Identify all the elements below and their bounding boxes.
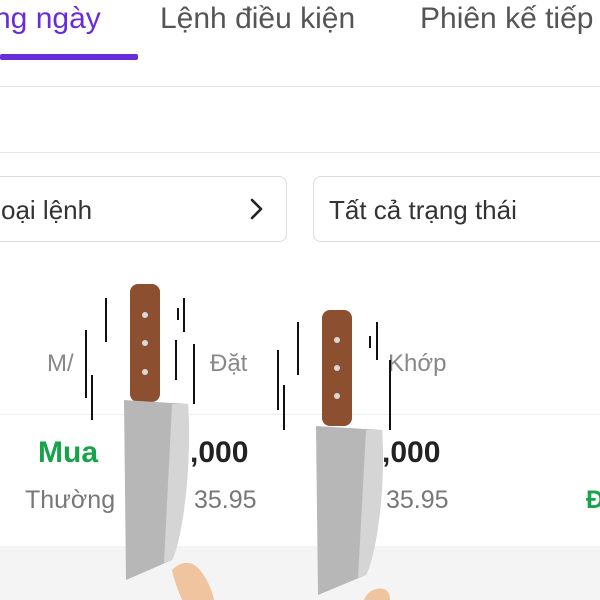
status-filter-label: Tất cả trạng thái xyxy=(329,195,517,225)
order-type-filter-label: oại lệnh xyxy=(1,195,93,225)
status-text-cut: Đ xyxy=(586,486,600,514)
knife-icon xyxy=(85,284,195,580)
active-tab-indicator xyxy=(0,54,138,60)
divider xyxy=(0,152,600,153)
status-filter[interactable]: Tất cả trạng thái xyxy=(313,176,600,242)
column-header-side: M/ xyxy=(47,350,74,377)
tab-regular-orders[interactable]: ng ngày xyxy=(0,2,101,36)
order-type-filter[interactable]: oại lệnh xyxy=(0,176,287,242)
hand-icon xyxy=(172,562,214,600)
chevron-right-icon xyxy=(250,198,263,220)
divider xyxy=(0,86,600,87)
tab-conditional-orders[interactable]: Lệnh điều kiện xyxy=(160,2,355,36)
order-tabs: ng ngày Lệnh điều kiện Phiên kế tiếp xyxy=(0,0,600,62)
knife-icon xyxy=(277,310,391,595)
tab-next-session[interactable]: Phiên kế tiếp xyxy=(420,2,593,36)
hand-icon xyxy=(364,588,390,600)
